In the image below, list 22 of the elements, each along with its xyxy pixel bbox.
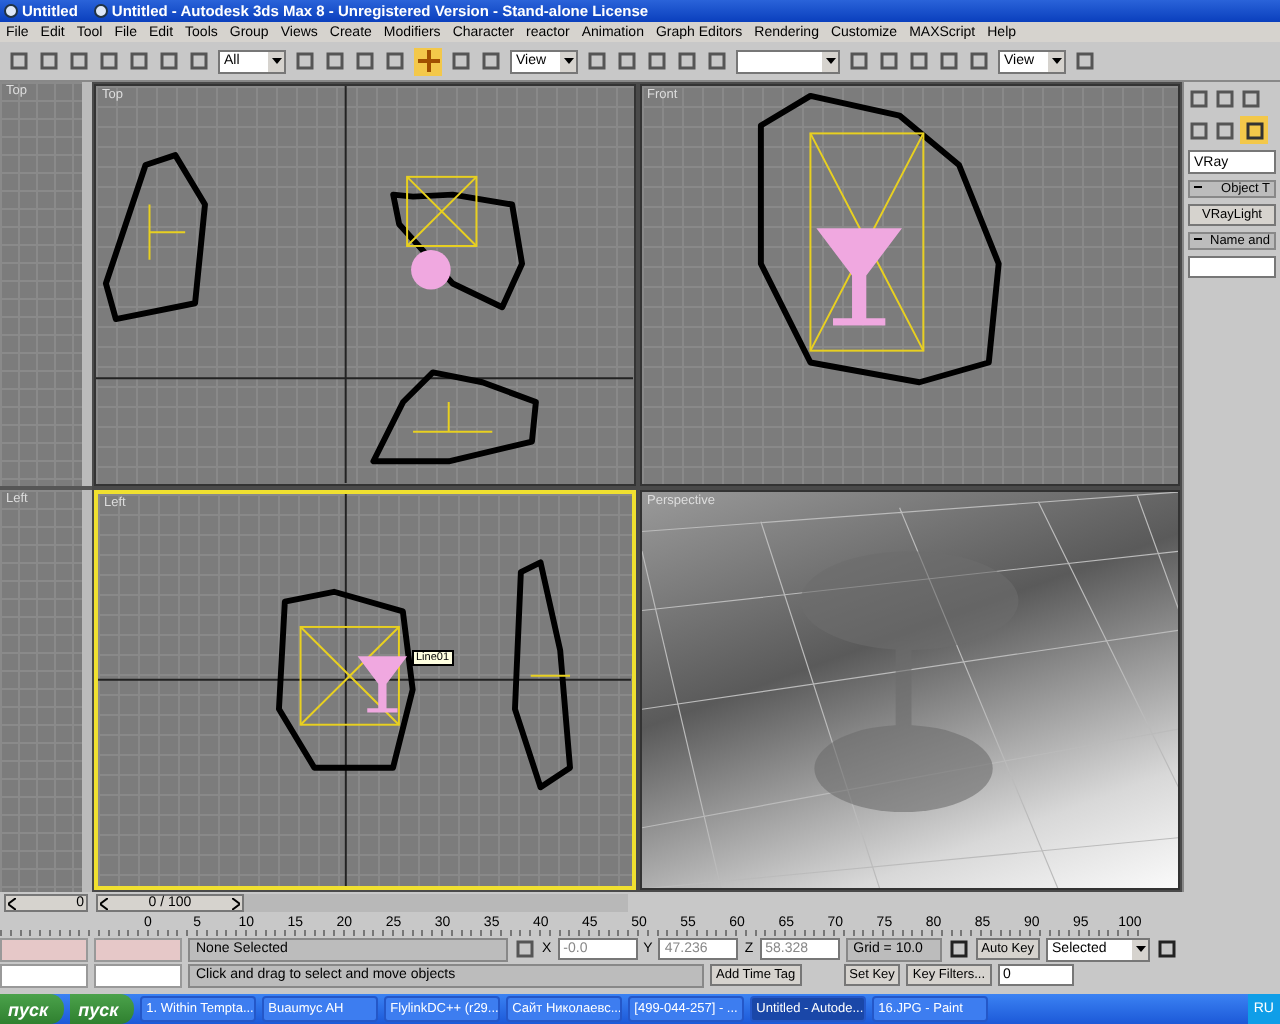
script-listener-field[interactable] (0, 937, 88, 961)
caret-icon (563, 58, 573, 64)
named-selection-dropdown[interactable] (736, 49, 840, 73)
script-listener-field[interactable] (0, 963, 88, 987)
caret-icon (1051, 58, 1061, 64)
caret-icon (1135, 946, 1146, 952)
start-button[interactable]: пуск (70, 994, 135, 1024)
script-listener-field[interactable] (94, 937, 182, 961)
glass-drawing (357, 655, 408, 712)
helper-icon (412, 401, 494, 433)
scribble-outline (390, 191, 525, 311)
light-gizmo (299, 625, 400, 725)
name-field[interactable] (1188, 256, 1276, 278)
script-listener-field[interactable] (94, 963, 182, 987)
caret-icon (271, 58, 281, 64)
glass-drawing (815, 228, 901, 326)
start-button[interactable]: пуск (0, 994, 65, 1024)
move-icon[interactable] (417, 50, 439, 72)
helper-icon (148, 203, 187, 261)
sphere-drawing (411, 249, 451, 290)
caret-icon (825, 58, 835, 64)
light-gizmo (406, 175, 478, 247)
